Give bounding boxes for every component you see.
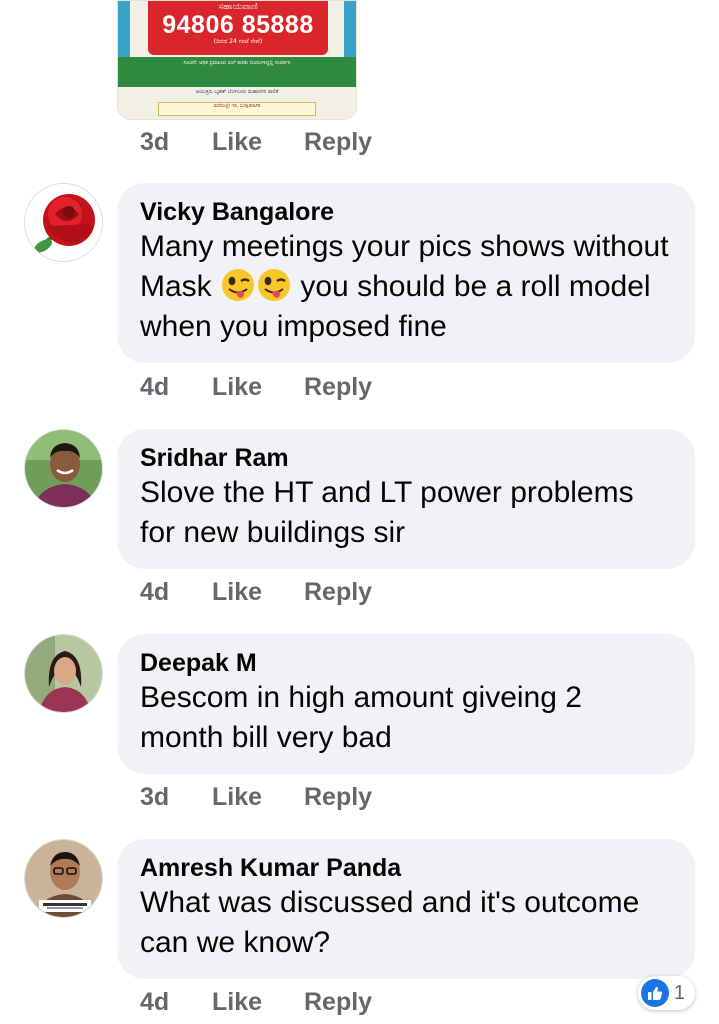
poster-notice-text: ಸೂಚನೆ: ಅಧಿಕ ಪ್ರಮಾಣದ ಬಿಲ್‌ ಕುರಿತು ದೂರುಗಳಿ…: [183, 60, 291, 66]
poster-slogan: ಮನೆಯಲ್ಲೇ ಇರಿ, ಸುರಕ್ಷಿತವಾಗಿರಿ: [158, 102, 316, 116]
reaction-count-badge[interactable]: 1: [637, 976, 695, 1010]
comment-actions: 4d Like Reply: [140, 371, 372, 403]
comment-timestamp[interactable]: 4d: [140, 373, 212, 402]
comment-text: Slove the HT and LT power problems for n…: [140, 476, 634, 549]
winking-tongue-emoji-icon: [222, 269, 255, 301]
comment-author[interactable]: Deepak M: [140, 648, 673, 678]
winking-tongue-emoji-icon: [258, 269, 291, 301]
reply-button[interactable]: Reply: [304, 578, 372, 607]
comment-author[interactable]: Sridhar Ram: [140, 443, 673, 473]
person-avatar-image: [25, 635, 102, 712]
poster-notice-band: ಸೂಚನೆ: ಅಧಿಕ ಪ್ರಮಾಣದ ಬಿಲ್‌ ಕುರಿತು ದೂರುಗಳಿ…: [118, 57, 356, 87]
reply-button[interactable]: Reply: [304, 783, 372, 812]
poster-phone-number: 94806 85888: [162, 11, 314, 39]
comment-actions: 3d Like Reply: [140, 781, 372, 813]
reply-button[interactable]: Reply: [304, 373, 372, 402]
comment-timestamp[interactable]: 3d: [140, 783, 212, 812]
comment-timestamp[interactable]: 4d: [140, 578, 212, 607]
like-button[interactable]: Like: [212, 128, 304, 157]
comment-bubble: Sridhar Ram Slove the HT and LT power pr…: [117, 429, 695, 569]
reaction-count: 1: [673, 981, 685, 1004]
comment-bubble: Vicky Bangalore Many meetings your pics …: [117, 183, 695, 363]
comment-bubble: Amresh Kumar Panda What was discussed an…: [117, 839, 695, 979]
comment-timestamp[interactable]: 3d: [140, 128, 212, 157]
like-button[interactable]: Like: [212, 373, 304, 402]
comment-attachment-image[interactable]: ಸಹಾಯವಾಣಿ 94806 85888 (ದಿನದ 24 ಗಂಟೆ ಸೇವೆ)…: [117, 0, 357, 120]
comment-bubble: Deepak M Bescom in high amount giveing 2…: [117, 634, 695, 774]
comment-timestamp[interactable]: 4d: [140, 988, 212, 1017]
comment-actions: 3d Like Reply: [140, 126, 372, 158]
person-avatar-image: [25, 430, 102, 507]
poster-signature: ಆಯುಕ್ತರು ಬೃಹತ್ ಬೆಂಗಳೂರು ಮಹಾನಗರ ಪಾಲಿಕೆ: [195, 89, 279, 95]
comment-author[interactable]: Vicky Bangalore: [140, 197, 673, 227]
reply-button[interactable]: Reply: [304, 128, 372, 157]
like-button[interactable]: Like: [212, 783, 304, 812]
reply-button[interactable]: Reply: [304, 988, 372, 1017]
avatar[interactable]: [24, 839, 103, 918]
avatar[interactable]: [24, 429, 103, 508]
thumbs-up-icon: [640, 979, 669, 1007]
rose-avatar-image: [25, 184, 102, 261]
comment-text: Bescom in high amount giveing 2 month bi…: [140, 681, 582, 754]
comment-text: Many meetings your pics shows without Ma…: [140, 227, 673, 347]
like-button[interactable]: Like: [212, 578, 304, 607]
comment-author[interactable]: Amresh Kumar Panda: [140, 853, 673, 883]
person-avatar-image: [25, 840, 102, 917]
poster-helpline-box: ಸಹಾಯವಾಣಿ 94806 85888 (ದಿನದ 24 ಗಂಟೆ ಸೇವೆ): [148, 1, 328, 55]
comment-text-part: you should be a roll model when you impo…: [140, 270, 651, 343]
like-button[interactable]: Like: [212, 988, 304, 1017]
avatar[interactable]: [24, 183, 103, 262]
avatar[interactable]: [24, 634, 103, 713]
comment-actions: 4d Like Reply: [140, 986, 372, 1018]
comment-text: What was discussed and it's outcome can …: [140, 886, 640, 959]
comment-actions: 4d Like Reply: [140, 576, 372, 608]
